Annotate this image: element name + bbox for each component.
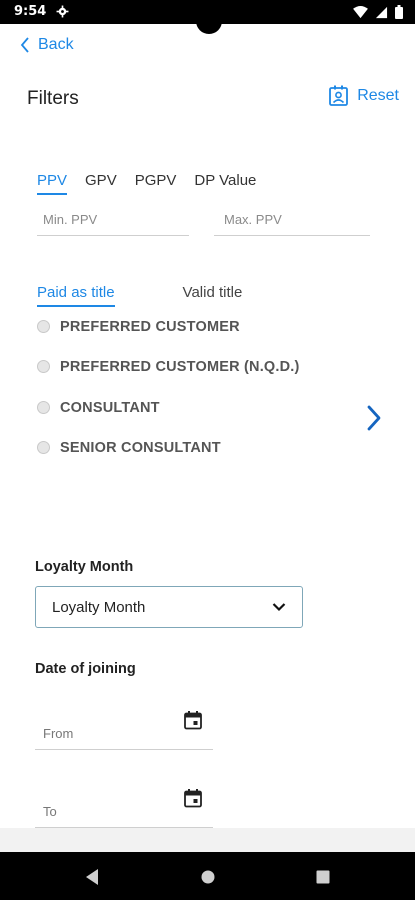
back-button[interactable]: Back (20, 36, 74, 54)
contact-card-icon (329, 85, 349, 106)
pv-tabs: PPV GPV PGPV DP Value (37, 172, 256, 195)
date-of-joining-label: Date of joining (35, 661, 136, 677)
tab-gpv[interactable]: GPV (85, 172, 117, 195)
reset-button[interactable]: Reset (329, 85, 399, 106)
radio-button[interactable] (37, 441, 50, 455)
title-option-preferred-customer[interactable]: PREFERRED CUSTOMER (37, 319, 357, 359)
camera-notch (196, 8, 222, 34)
max-ppv-field (214, 210, 370, 236)
calendar-icon[interactable] (183, 710, 203, 730)
max-ppv-input[interactable] (224, 212, 360, 227)
wifi-icon (353, 5, 368, 18)
nav-back-icon[interactable] (84, 868, 100, 886)
navigation-bar (0, 852, 415, 900)
signal-icon (375, 6, 388, 18)
radio-button[interactable] (37, 320, 50, 333)
page-title: Filters (27, 88, 79, 109)
chevron-right-icon[interactable] (364, 404, 384, 432)
title-option-label: PREFERRED CUSTOMER (60, 319, 240, 335)
calendar-icon[interactable] (183, 788, 203, 808)
min-ppv-input[interactable] (43, 212, 183, 227)
title-tabs: Paid as title Valid title (37, 284, 242, 307)
loyalty-month-select[interactable]: Loyalty Month (35, 586, 303, 628)
chevron-down-icon (272, 603, 286, 612)
radio-button[interactable] (37, 400, 50, 414)
title-radio-list: PREFERRED CUSTOMER PREFERRED CUSTOMER (N… (37, 319, 357, 481)
tab-pgpv[interactable]: PGPV (135, 172, 177, 195)
tab-dp-value[interactable]: DP Value (194, 172, 256, 195)
from-date-field[interactable]: From (35, 710, 213, 750)
title-option-preferred-customer-nqd[interactable]: PREFERRED CUSTOMER (N.Q.D.) (37, 359, 357, 399)
chevron-left-icon (20, 37, 29, 53)
to-date-placeholder: To (43, 804, 57, 819)
reset-label: Reset (357, 86, 399, 104)
radio-button[interactable] (37, 360, 50, 374)
tab-valid-title[interactable]: Valid title (183, 284, 243, 307)
status-time: 9:54 (14, 4, 47, 19)
title-option-senior-consultant[interactable]: SENIOR CONSULTANT (37, 440, 357, 480)
back-label: Back (38, 36, 74, 53)
nav-home-icon[interactable] (200, 868, 216, 886)
loyalty-month-label: Loyalty Month (35, 559, 134, 575)
bottom-area (0, 828, 415, 852)
to-date-field[interactable]: To (35, 788, 213, 828)
title-option-label: CONSULTANT (60, 399, 160, 416)
tab-paid-as-title[interactable]: Paid as title (37, 284, 115, 307)
nav-recents-icon[interactable] (315, 868, 331, 886)
title-option-label: SENIOR CONSULTANT (60, 440, 221, 457)
gear-icon (56, 5, 69, 18)
tab-ppv[interactable]: PPV (37, 172, 68, 195)
min-ppv-field (37, 210, 189, 236)
loyalty-month-value: Loyalty Month (52, 598, 146, 616)
from-date-placeholder: From (43, 726, 74, 741)
title-option-consultant[interactable]: CONSULTANT (37, 400, 357, 440)
title-option-label: PREFERRED CUSTOMER (N.Q.D.) (60, 359, 300, 376)
battery-icon (395, 5, 403, 19)
